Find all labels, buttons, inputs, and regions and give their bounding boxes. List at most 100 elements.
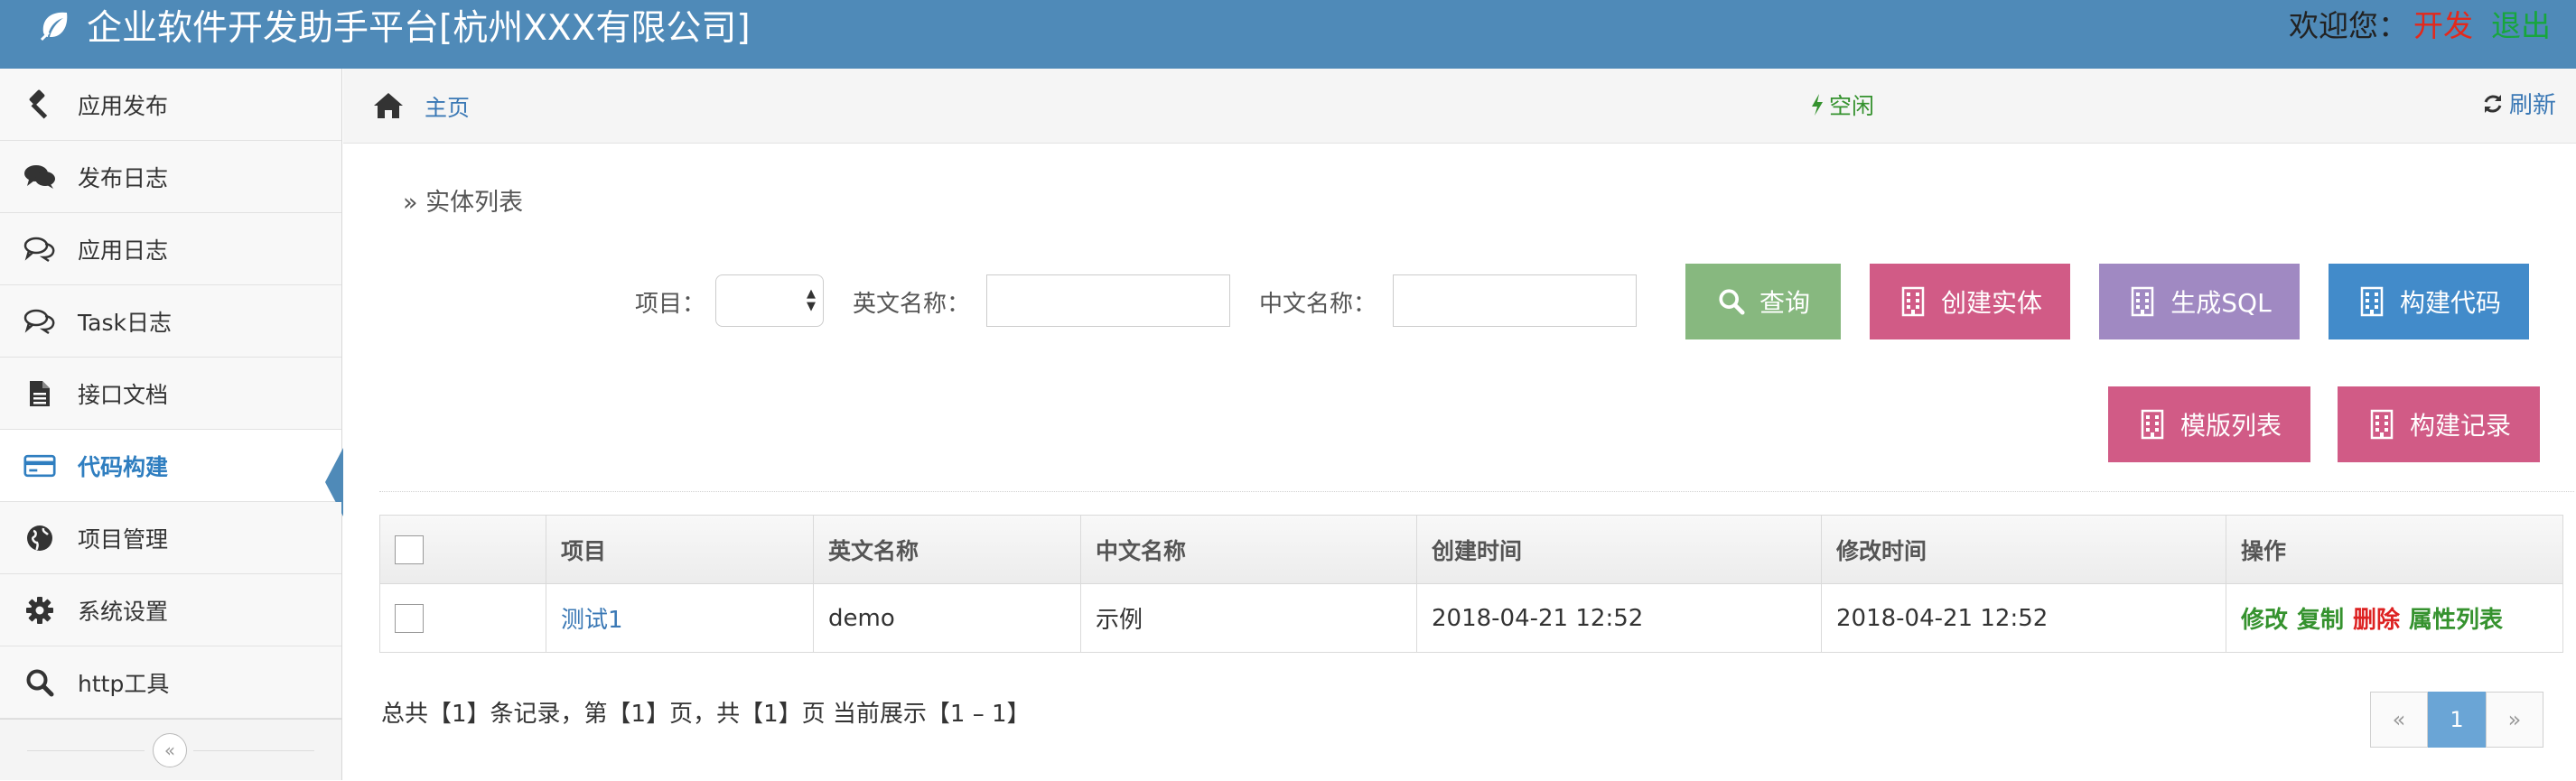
collapse-sidebar-button[interactable]: « (153, 733, 187, 767)
pagination: « 1 » (2370, 692, 2543, 748)
entity-table: 项目 英文名称 中文名称 创建时间 修改时间 操作 测试1 demo 示例 20… (379, 515, 2563, 653)
cn-name-input[interactable] (1393, 274, 1637, 327)
page-1-button[interactable]: 1 (2428, 692, 2486, 748)
sidebar-item-app-log[interactable]: 应用日志 (0, 213, 341, 285)
sidebar-item-app-release[interactable]: 应用发布 (0, 69, 341, 141)
next-page-button[interactable]: » (2486, 692, 2543, 748)
select-all-cell (379, 515, 546, 584)
building-icon (2127, 286, 2158, 317)
attribute-list-link[interactable]: 属性列表 (2409, 607, 2503, 634)
sidebar-item-task-log[interactable]: Task日志 (0, 285, 341, 358)
divider (27, 750, 145, 751)
sidebar-collapse-bar: « (0, 719, 341, 781)
sidebar-item-label: 项目管理 (78, 525, 169, 553)
template-list-label: 模版列表 (2179, 411, 2282, 441)
sidebar-item-http-tool[interactable]: http工具 (0, 646, 341, 719)
sidebar-item-label: 系统设置 (78, 598, 169, 625)
column-header[interactable]: 修改时间 (1821, 515, 2226, 584)
status-indicator: 空闲 (1811, 88, 1874, 121)
select-arrows-icon: ▲ ▼ (807, 287, 816, 313)
actions-cell: 修改 复制 删除 属性列表 (2226, 583, 2563, 653)
modified-time-cell: 2018-04-21 12:52 (1821, 583, 2226, 653)
sidebar-item-api-docs[interactable]: 接口文档 (0, 358, 341, 430)
select-all-checkbox[interactable] (395, 535, 424, 564)
prev-page-button[interactable]: « (2370, 692, 2428, 748)
section-title: » 实体列表 (403, 189, 524, 217)
comments-outline-icon (23, 305, 56, 338)
search-icon (1716, 286, 1747, 317)
en-name-input[interactable] (986, 274, 1230, 327)
comments-outline-icon (23, 233, 56, 265)
cn-name-cell: 示例 (1080, 583, 1417, 653)
top-navbar: 企业软件开发助手平台[杭州XXX有限公司] 欢迎您： 开发 退出 (0, 0, 2576, 69)
column-header[interactable]: 创建时间 (1416, 515, 1822, 584)
sidebar-item-label: 应用发布 (78, 92, 169, 119)
divider (193, 750, 314, 751)
project-select[interactable]: ▲ ▼ (715, 274, 824, 327)
query-button-label: 查询 (1759, 288, 1810, 318)
en-name-cell: demo (813, 583, 1081, 653)
welcome-text: 欢迎您： (2289, 8, 2408, 43)
gavel-icon (23, 88, 56, 121)
pagination-summary: 总共【1】条记录，第【1】页，共【1】页 当前展示【1 – 1】 (381, 701, 1031, 728)
query-button[interactable]: 查询 (1685, 264, 1841, 339)
create-entity-button[interactable]: 创建实体 (1870, 264, 2070, 339)
building-icon (2357, 286, 2387, 317)
refresh-button[interactable]: 刷新 (2482, 87, 2556, 120)
refresh-label: 刷新 (2508, 92, 2556, 119)
sidebar-item-label: 接口文档 (78, 381, 169, 408)
en-name-label: 英文名称： (853, 291, 971, 318)
build-record-label: 构建记录 (2409, 411, 2511, 441)
building-icon (2366, 409, 2397, 440)
sidebar-item-code-build[interactable]: 代码构建 (0, 430, 343, 516)
row-select-cell (379, 583, 546, 653)
globe-icon (23, 522, 56, 554)
sidebar-item-project-mgmt[interactable]: 项目管理 (0, 502, 341, 574)
build-record-button[interactable]: 构建记录 (2338, 386, 2540, 462)
sidebar-item-release-log[interactable]: 发布日志 (0, 141, 341, 213)
sidebar: 应用发布 发布日志 应用日志 Task日志 接口文档 代码构建 项目管理 系统设… (0, 69, 343, 781)
table-header-row: 项目 英文名称 中文名称 创建时间 修改时间 操作 (379, 515, 2563, 584)
column-header[interactable]: 项目 (546, 515, 814, 584)
sidebar-item-label: Task日志 (78, 309, 172, 336)
build-code-button[interactable]: 构建代码 (2329, 264, 2529, 339)
project-label: 项目： (635, 291, 706, 318)
refresh-icon (2484, 94, 2502, 113)
column-header: 操作 (2226, 515, 2563, 584)
divider (379, 491, 2574, 492)
user-area: 欢迎您： 开发 退出 (2289, 0, 2551, 47)
cn-name-label: 中文名称： (1259, 291, 1377, 318)
edit-link[interactable]: 修改 (2241, 607, 2288, 634)
building-icon (2137, 409, 2168, 440)
sidebar-item-label: 应用日志 (78, 237, 169, 264)
sidebar-item-label: 代码构建 (78, 453, 169, 480)
row-checkbox[interactable] (395, 603, 424, 633)
user-role-link[interactable]: 开发 (2413, 2, 2473, 45)
file-icon (23, 377, 56, 410)
app-brand[interactable]: 企业软件开发助手平台[杭州XXX有限公司] (36, 0, 751, 51)
leaf-icon (40, 12, 68, 42)
project-link[interactable]: 测试1 (561, 607, 623, 634)
home-link[interactable]: 主页 (425, 90, 470, 123)
sidebar-item-system-settings[interactable]: 系统设置 (0, 574, 341, 646)
table-row: 测试1 demo 示例 2018-04-21 12:52 2018-04-21 … (379, 583, 2563, 653)
building-icon (1898, 286, 1928, 317)
home-icon (374, 93, 403, 118)
build-code-label: 构建代码 (2399, 288, 2501, 318)
sidebar-item-label: 发布日志 (78, 164, 169, 191)
generate-sql-button[interactable]: 生成SQL (2099, 264, 2300, 339)
gear-icon (23, 594, 56, 627)
template-list-button[interactable]: 模版列表 (2108, 386, 2310, 462)
logout-link[interactable]: 退出 (2491, 2, 2551, 45)
app-title: 企业软件开发助手平台[杭州XXX有限公司] (87, 8, 751, 49)
column-header[interactable]: 中文名称 (1080, 515, 1417, 584)
comments-icon (23, 161, 56, 193)
column-header[interactable]: 英文名称 (813, 515, 1081, 584)
status-text: 空闲 (1829, 93, 1875, 119)
delete-link[interactable]: 删除 (2353, 607, 2400, 634)
copy-link[interactable]: 复制 (2297, 607, 2344, 634)
create-entity-label: 创建实体 (1940, 288, 2042, 318)
breadcrumb: 主页 空闲 刷新 (343, 69, 2576, 144)
created-time-cell: 2018-04-21 12:52 (1416, 583, 1822, 653)
generate-sql-label: 生成SQL (2170, 288, 2272, 318)
